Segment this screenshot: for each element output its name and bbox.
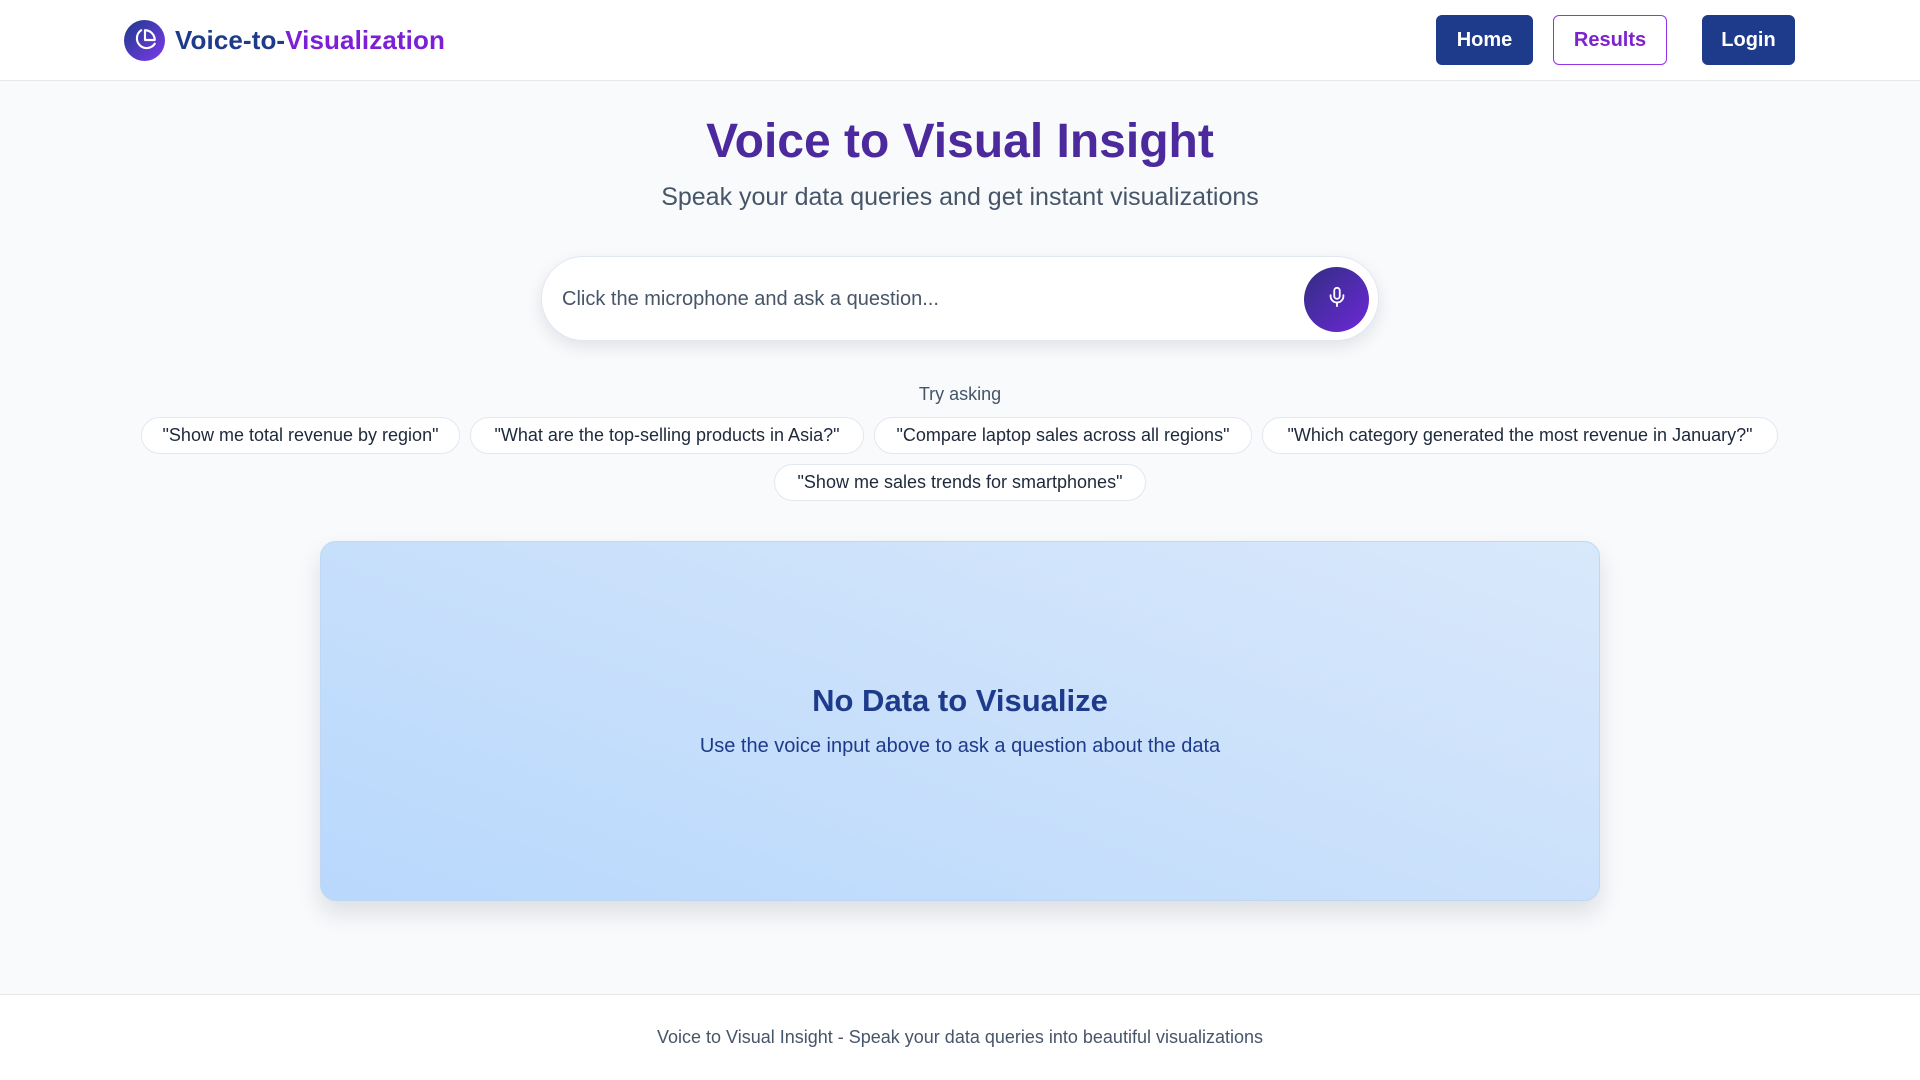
- suggestions-label: Try asking: [918, 384, 1002, 404]
- login-button[interactable]: Login: [1702, 15, 1795, 65]
- brand-name-part1: Voice-to-: [175, 24, 286, 55]
- brand[interactable]: Voice-to-Visualization: [124, 19, 445, 61]
- page-title: Voice to Visual Insight: [706, 115, 1214, 168]
- suggestion-chip[interactable]: "Compare laptop sales across all regions…: [874, 417, 1252, 454]
- voice-query-bar: [541, 256, 1379, 342]
- suggestion-chip[interactable]: "What are the top-selling products in As…: [470, 417, 864, 454]
- suggestion-chip[interactable]: "Which category generated the most reven…: [1262, 417, 1778, 454]
- empty-state-message: Use the voice input above to ask a quest…: [699, 735, 1221, 757]
- brand-name-part2: Visualization: [285, 24, 445, 55]
- pie-chart-icon: [124, 19, 165, 61]
- home-button[interactable]: Home: [1436, 15, 1533, 65]
- app-footer: Voice to Visual Insight - Speak your dat…: [0, 994, 1920, 1080]
- brand-name: Voice-to-Visualization: [175, 25, 445, 56]
- suggestion-chip[interactable]: "Show me sales trends for smartphones": [774, 464, 1146, 501]
- app-header: Voice-to-Visualization Home Results Logi…: [0, 0, 1920, 81]
- microphone-icon: [1326, 286, 1348, 313]
- microphone-button[interactable]: [1304, 267, 1369, 332]
- query-input[interactable]: [562, 257, 1262, 342]
- page-subtitle: Speak your data queries and get instant …: [661, 183, 1259, 211]
- visualization-panel: No Data to Visualize Use the voice input…: [320, 541, 1600, 901]
- suggestion-chip[interactable]: "Show me total revenue by region": [141, 417, 460, 454]
- footer-text: Voice to Visual Insight - Speak your dat…: [656, 1027, 1264, 1047]
- empty-state-title: No Data to Visualize: [812, 683, 1108, 718]
- results-button[interactable]: Results: [1553, 15, 1667, 65]
